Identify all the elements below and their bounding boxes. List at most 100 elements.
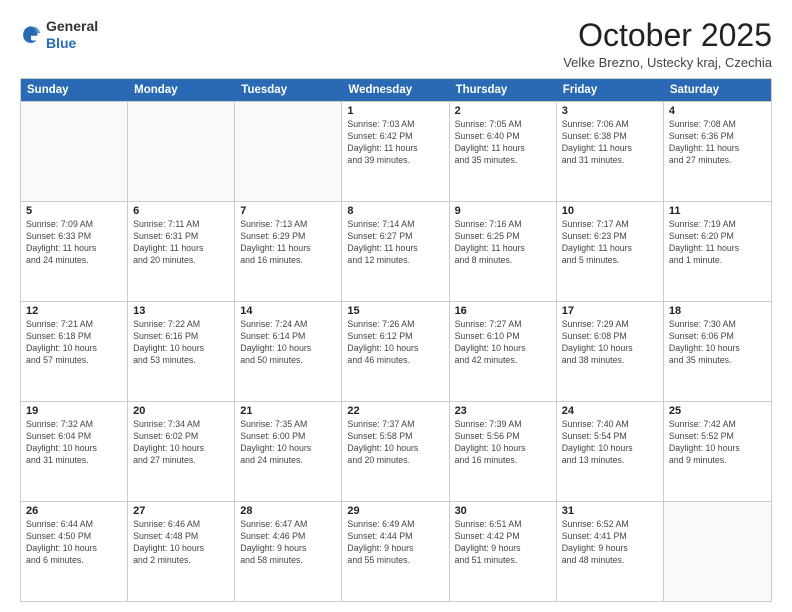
calendar-cell: 15Sunrise: 7:26 AM Sunset: 6:12 PM Dayli… [342, 302, 449, 401]
day-number: 10 [562, 205, 658, 217]
weekday-header: Saturday [664, 79, 771, 101]
logo-text: General Blue [46, 18, 98, 52]
day-number: 5 [26, 205, 122, 217]
day-number: 23 [455, 405, 551, 417]
calendar-cell: 4 Sunrise: 7:08 AM Sunset: 6:36 PM Daylig… [664, 102, 771, 201]
day-number: 11 [669, 205, 766, 217]
day-number: 8 [347, 205, 443, 217]
day-info: Sunrise: 7:08 AM Sunset: 6:36 PM Dayligh… [669, 119, 766, 167]
weekday-header: Friday [557, 79, 664, 101]
day-number: 4 [669, 105, 766, 117]
day-info: Sunrise: 7:09 AM Sunset: 6:33 PM Dayligh… [26, 219, 122, 267]
day-number: 6 [133, 205, 229, 217]
calendar-row: 1 Sunrise: 7:03 AM Sunset: 6:42 PM Daylig… [21, 101, 771, 201]
day-number: 29 [347, 505, 443, 517]
calendar-cell: 7 Sunrise: 7:13 AM Sunset: 6:29 PM Daylig… [235, 202, 342, 301]
day-info: Sunrise: 7:16 AM Sunset: 6:25 PM Dayligh… [455, 219, 551, 267]
calendar-cell: 31 Sunrise: 6:52 AM Sunset: 4:41 PM Dayli… [557, 502, 664, 601]
day-info: Sunrise: 7:39 AM Sunset: 5:56 PM Dayligh… [455, 419, 551, 467]
calendar-cell [235, 102, 342, 201]
calendar-cell: 3Sunrise: 7:06 AM Sunset: 6:38 PM Daylig… [557, 102, 664, 201]
calendar-cell: 17Sunrise: 7:29 AM Sunset: 6:08 PM Dayli… [557, 302, 664, 401]
day-info: Sunrise: 7:17 AM Sunset: 6:23 PM Dayligh… [562, 219, 658, 267]
calendar-row: 19Sunrise: 7:32 AM Sunset: 6:04 PM Dayli… [21, 401, 771, 501]
day-info: Sunrise: 7:06 AM Sunset: 6:38 PM Dayligh… [562, 119, 658, 167]
day-info: Sunrise: 7:14 AM Sunset: 6:27 PM Dayligh… [347, 219, 443, 267]
day-number: 12 [26, 305, 122, 317]
calendar-cell: 8 Sunrise: 7:14 AM Sunset: 6:27 PM Daylig… [342, 202, 449, 301]
logo-icon [20, 24, 42, 46]
day-number: 13 [133, 305, 229, 317]
day-info: Sunrise: 6:52 AM Sunset: 4:41 PM Dayligh… [562, 519, 658, 567]
day-number: 24 [562, 405, 658, 417]
calendar-cell: 19Sunrise: 7:32 AM Sunset: 6:04 PM Dayli… [21, 402, 128, 501]
day-info: Sunrise: 7:03 AM Sunset: 6:42 PM Dayligh… [347, 119, 443, 167]
day-info: Sunrise: 7:05 AM Sunset: 6:40 PM Dayligh… [455, 119, 551, 167]
day-number: 22 [347, 405, 443, 417]
day-info: Sunrise: 7:34 AM Sunset: 6:02 PM Dayligh… [133, 419, 229, 467]
day-info: Sunrise: 7:19 AM Sunset: 6:20 PM Dayligh… [669, 219, 766, 267]
calendar-cell: 1 Sunrise: 7:03 AM Sunset: 6:42 PM Daylig… [342, 102, 449, 201]
location: Velke Brezno, Ustecky kraj, Czechia [563, 55, 772, 70]
day-info: Sunrise: 7:29 AM Sunset: 6:08 PM Dayligh… [562, 319, 658, 367]
day-number: 25 [669, 405, 766, 417]
month-title: October 2025 [563, 18, 772, 53]
day-info: Sunrise: 7:30 AM Sunset: 6:06 PM Dayligh… [669, 319, 766, 367]
calendar-header: SundayMondayTuesdayWednesdayThursdayFrid… [21, 79, 771, 101]
calendar-cell: 27Sunrise: 6:46 AM Sunset: 4:48 PM Dayli… [128, 502, 235, 601]
header: General Blue October 2025 Velke Brezno, … [20, 18, 772, 70]
calendar-row: 26Sunrise: 6:44 AM Sunset: 4:50 PM Dayli… [21, 501, 771, 601]
weekday-header: Tuesday [235, 79, 342, 101]
day-info: Sunrise: 7:32 AM Sunset: 6:04 PM Dayligh… [26, 419, 122, 467]
day-info: Sunrise: 7:27 AM Sunset: 6:10 PM Dayligh… [455, 319, 551, 367]
calendar-row: 12 Sunrise: 7:21 AM Sunset: 6:18 PM Dayli… [21, 301, 771, 401]
day-number: 9 [455, 205, 551, 217]
day-number: 14 [240, 305, 336, 317]
calendar-cell: 16 Sunrise: 7:27 AM Sunset: 6:10 PM Dayli… [450, 302, 557, 401]
day-info: Sunrise: 7:13 AM Sunset: 6:29 PM Dayligh… [240, 219, 336, 267]
day-number: 30 [455, 505, 551, 517]
calendar-cell: 11 Sunrise: 7:19 AM Sunset: 6:20 PM Dayli… [664, 202, 771, 301]
calendar-cell: 5 Sunrise: 7:09 AM Sunset: 6:33 PM Daylig… [21, 202, 128, 301]
calendar-cell: 22 Sunrise: 7:37 AM Sunset: 5:58 PM Dayli… [342, 402, 449, 501]
day-number: 7 [240, 205, 336, 217]
calendar-cell: 10 Sunrise: 7:17 AM Sunset: 6:23 PM Dayli… [557, 202, 664, 301]
day-info: Sunrise: 7:26 AM Sunset: 6:12 PM Dayligh… [347, 319, 443, 367]
day-number: 26 [26, 505, 122, 517]
day-info: Sunrise: 6:51 AM Sunset: 4:42 PM Dayligh… [455, 519, 551, 567]
weekday-header: Wednesday [342, 79, 449, 101]
calendar-body: 1 Sunrise: 7:03 AM Sunset: 6:42 PM Daylig… [21, 101, 771, 601]
calendar-cell [664, 502, 771, 601]
calendar-cell: 24 Sunrise: 7:40 AM Sunset: 5:54 PM Dayli… [557, 402, 664, 501]
calendar-cell: 13 Sunrise: 7:22 AM Sunset: 6:16 PM Dayli… [128, 302, 235, 401]
calendar-cell: 9 Sunrise: 7:16 AM Sunset: 6:25 PM Daylig… [450, 202, 557, 301]
weekday-header: Monday [128, 79, 235, 101]
calendar: SundayMondayTuesdayWednesdayThursdayFrid… [20, 78, 772, 602]
day-info: Sunrise: 7:22 AM Sunset: 6:16 PM Dayligh… [133, 319, 229, 367]
day-info: Sunrise: 7:37 AM Sunset: 5:58 PM Dayligh… [347, 419, 443, 467]
calendar-cell: 18 Sunrise: 7:30 AM Sunset: 6:06 PM Dayli… [664, 302, 771, 401]
day-number: 16 [455, 305, 551, 317]
day-number: 18 [669, 305, 766, 317]
calendar-cell: 23 Sunrise: 7:39 AM Sunset: 5:56 PM Dayli… [450, 402, 557, 501]
day-number: 31 [562, 505, 658, 517]
calendar-cell [128, 102, 235, 201]
day-number: 21 [240, 405, 336, 417]
calendar-cell: 29Sunrise: 6:49 AM Sunset: 4:44 PM Dayli… [342, 502, 449, 601]
calendar-cell: 25Sunrise: 7:42 AM Sunset: 5:52 PM Dayli… [664, 402, 771, 501]
logo: General Blue [20, 18, 98, 52]
calendar-cell: 14Sunrise: 7:24 AM Sunset: 6:14 PM Dayli… [235, 302, 342, 401]
calendar-cell: 6 Sunrise: 7:11 AM Sunset: 6:31 PM Daylig… [128, 202, 235, 301]
calendar-cell: 26Sunrise: 6:44 AM Sunset: 4:50 PM Dayli… [21, 502, 128, 601]
day-info: Sunrise: 7:21 AM Sunset: 6:18 PM Dayligh… [26, 319, 122, 367]
day-number: 27 [133, 505, 229, 517]
weekday-header: Sunday [21, 79, 128, 101]
day-info: Sunrise: 6:47 AM Sunset: 4:46 PM Dayligh… [240, 519, 336, 567]
calendar-cell: 30 Sunrise: 6:51 AM Sunset: 4:42 PM Dayli… [450, 502, 557, 601]
day-info: Sunrise: 7:11 AM Sunset: 6:31 PM Dayligh… [133, 219, 229, 267]
calendar-cell: 12 Sunrise: 7:21 AM Sunset: 6:18 PM Dayli… [21, 302, 128, 401]
weekday-header: Thursday [450, 79, 557, 101]
day-info: Sunrise: 7:40 AM Sunset: 5:54 PM Dayligh… [562, 419, 658, 467]
day-number: 20 [133, 405, 229, 417]
day-number: 1 [347, 105, 443, 117]
